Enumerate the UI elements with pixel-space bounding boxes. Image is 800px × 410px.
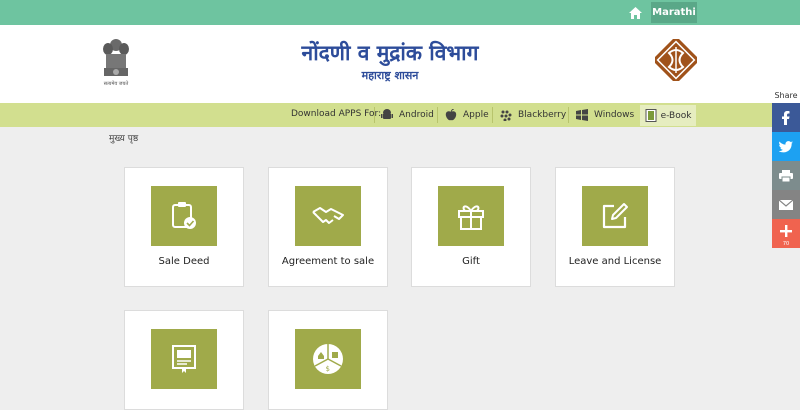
svg-text:$: $ <box>326 365 330 373</box>
windows-icon <box>576 109 588 121</box>
printer-icon <box>779 169 793 182</box>
site-header: सत्यमेव जयते नोंदणी व मुद्रांक विभाग महा… <box>0 25 800 103</box>
card-label: Gift <box>462 256 480 267</box>
apple-label: Apple <box>463 110 489 120</box>
divider <box>374 107 375 123</box>
edit-icon <box>602 203 628 229</box>
home-button[interactable] <box>623 2 647 23</box>
breadcrumb[interactable]: मुख्य पृष्ठ <box>109 131 138 144</box>
apple-app-link[interactable]: Apple <box>445 105 489 125</box>
android-app-link[interactable]: Android <box>381 105 434 125</box>
android-label: Android <box>399 110 434 120</box>
service-tile <box>582 186 648 246</box>
top-bar: Marathi <box>0 0 800 25</box>
gift-icon <box>458 205 484 230</box>
service-card-property[interactable]: $ <box>268 310 388 410</box>
ebook-icon <box>645 109 657 122</box>
blackberry-icon <box>500 110 512 121</box>
site-title: नोंदणी व मुद्रांक विभाग <box>301 40 479 65</box>
certificate-icon <box>172 345 196 373</box>
emblem-motto: सत्यमेव जयते <box>103 81 129 87</box>
department-logo-icon[interactable] <box>655 39 697 81</box>
twitter-share-button[interactable] <box>772 132 800 161</box>
email-icon <box>779 199 793 210</box>
site-subtitle: महाराष्ट्र शासन <box>361 69 419 82</box>
service-tile: $ <box>295 329 361 389</box>
print-share-button[interactable] <box>772 161 800 190</box>
blackberry-app-link[interactable]: Blackberry <box>500 105 566 125</box>
divider <box>568 107 569 123</box>
service-card-leave-and-license[interactable]: Leave and License <box>555 167 675 287</box>
twitter-icon <box>779 140 793 152</box>
email-share-button[interactable] <box>772 190 800 219</box>
service-card-gift[interactable]: Gift <box>411 167 531 287</box>
property-pie-icon: $ <box>313 344 343 374</box>
plus-icon <box>780 224 792 237</box>
apps-bar: Download APPS For: Android Apple Blackbe… <box>0 103 800 127</box>
share-sidebar: Share 70 <box>772 91 800 248</box>
service-tile <box>438 186 504 246</box>
divider <box>437 107 438 123</box>
service-tile <box>151 186 217 246</box>
language-button[interactable]: Marathi <box>651 2 697 23</box>
card-label: Sale Deed <box>158 256 210 267</box>
android-icon <box>381 109 393 119</box>
handshake-icon <box>312 207 344 224</box>
ebook-link[interactable]: e-Book <box>640 105 696 126</box>
share-count: 70 <box>782 241 790 247</box>
home-icon <box>628 6 642 19</box>
apps-label: Download APPS For: <box>291 109 382 119</box>
service-card-certificate[interactable] <box>124 310 244 410</box>
ebook-label: e-Book <box>660 110 692 121</box>
service-card-agreement-to-sale[interactable]: Agreement to sale <box>268 167 388 287</box>
clipboard-check-icon <box>172 202 196 229</box>
facebook-share-button[interactable] <box>772 103 800 132</box>
apple-icon <box>445 109 457 121</box>
card-label: Leave and License <box>568 256 662 267</box>
more-share-button[interactable]: 70 <box>772 219 800 248</box>
windows-app-link[interactable]: Windows <box>576 105 634 125</box>
service-tile <box>295 186 361 246</box>
windows-label: Windows <box>594 110 635 120</box>
blackberry-label: Blackberry <box>518 110 567 120</box>
divider <box>492 107 493 123</box>
service-card-sale-deed[interactable]: Sale Deed <box>124 167 244 287</box>
card-label: Agreement to sale <box>281 256 375 267</box>
facebook-icon <box>782 110 790 125</box>
service-tile <box>151 329 217 389</box>
share-title: Share <box>774 91 798 100</box>
